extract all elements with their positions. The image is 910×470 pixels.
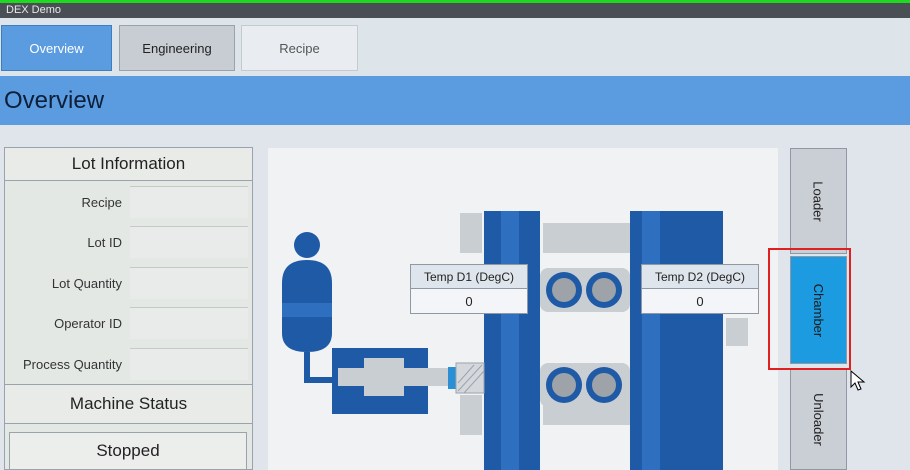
recipe-label: Recipe xyxy=(81,195,122,210)
mouse-cursor-icon xyxy=(850,370,866,391)
process-quantity-field[interactable] xyxy=(130,348,248,380)
tank-band xyxy=(282,303,332,317)
tab-overview[interactable]: Overview xyxy=(1,25,112,71)
rail-left-bottom xyxy=(460,395,482,435)
tab-bar: Overview Engineering Recipe xyxy=(0,18,910,76)
tab-engineering[interactable]: Engineering xyxy=(119,25,235,71)
page-banner: Overview xyxy=(0,81,910,125)
title-bar: DEX Demo xyxy=(0,0,910,18)
temp-d2-value: 0 xyxy=(642,289,758,313)
temp-d1-box: Temp D1 (DegC) 0 xyxy=(410,264,528,314)
machine-status-value: Stopped xyxy=(9,432,247,470)
machine-diagram: Temp D1 (DegC) 0 Temp D2 (DegC) 0 xyxy=(268,148,778,470)
lower-roller-2 xyxy=(592,373,616,397)
rail-left-top xyxy=(460,213,482,253)
tank-valve xyxy=(294,232,320,258)
operator-id-label: Operator ID xyxy=(54,316,122,331)
lot-id-row: Lot ID xyxy=(5,222,252,262)
temp-d2-box: Temp D2 (DegC) 0 xyxy=(641,264,759,314)
operator-id-field[interactable] xyxy=(130,307,248,339)
recipe-field[interactable] xyxy=(130,186,248,218)
supply-pipe xyxy=(304,352,332,383)
temp-d1-label: Temp D1 (DegC) xyxy=(411,265,527,289)
column-left-highlight xyxy=(501,211,519,470)
lot-information-header: Lot Information xyxy=(5,148,252,181)
temp-d1-value: 0 xyxy=(411,289,527,313)
lot-id-field[interactable] xyxy=(130,226,248,258)
recipe-row: Recipe xyxy=(5,182,252,222)
machine-status-header: Machine Status xyxy=(5,384,252,424)
lot-quantity-row: Lot Quantity xyxy=(5,263,252,303)
upper-roller-2 xyxy=(592,278,616,302)
upper-roller-1 xyxy=(552,278,576,302)
column-right-highlight xyxy=(642,211,660,470)
window-title: DEX Demo xyxy=(6,4,62,16)
lot-quantity-label: Lot Quantity xyxy=(51,276,122,291)
operator-id-row: Operator ID xyxy=(5,303,252,343)
loader-label: Loader xyxy=(810,180,826,222)
lot-id-label: Lot ID xyxy=(87,235,122,250)
unloader-label: Unloader xyxy=(810,392,826,446)
lot-quantity-field[interactable] xyxy=(130,267,248,299)
page-title: Overview xyxy=(4,87,105,114)
process-quantity-label: Process Quantity xyxy=(23,357,122,372)
actuator-piston xyxy=(364,358,404,396)
process-quantity-row: Process Quantity xyxy=(5,344,252,384)
temp-d2-label: Temp D2 (DegC) xyxy=(642,265,758,289)
actuator-tip xyxy=(448,367,456,389)
tab-recipe[interactable]: Recipe xyxy=(241,25,358,71)
selection-highlight xyxy=(768,248,851,370)
loader-button[interactable]: Loader xyxy=(790,148,847,254)
lot-information-panel: Lot Information Recipe Lot ID Lot Quanti… xyxy=(4,147,253,470)
unloader-button[interactable]: Unloader xyxy=(790,368,847,470)
rail-mid-top xyxy=(543,223,633,253)
lower-roller-1 xyxy=(552,373,576,397)
rail-right xyxy=(726,318,748,346)
